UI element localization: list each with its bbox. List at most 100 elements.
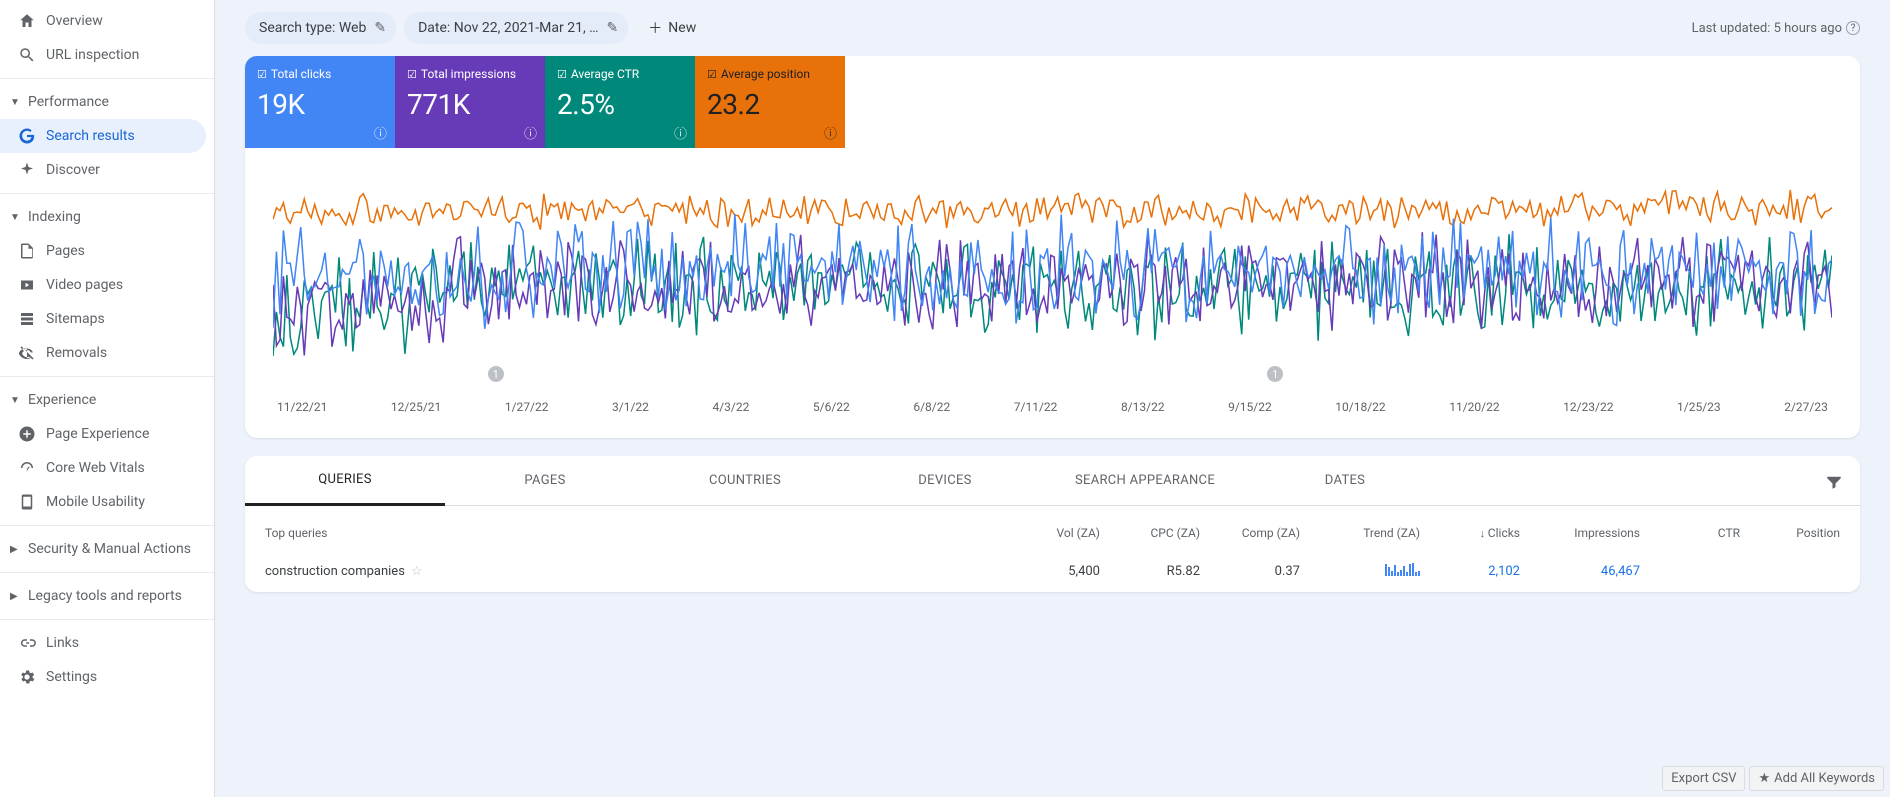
x-tick: 6/8/22: [913, 400, 950, 414]
nav-discover[interactable]: Discover: [0, 153, 206, 187]
pencil-icon: ✎: [374, 20, 386, 36]
nav-pages[interactable]: Pages: [0, 234, 206, 268]
x-tick: 9/15/22: [1228, 400, 1272, 414]
divider: [0, 193, 214, 194]
chart-marker[interactable]: 1: [1267, 366, 1283, 382]
chart-x-axis: 11/22/2112/25/211/27/223/1/224/3/225/6/2…: [273, 382, 1832, 414]
gear-icon: [18, 668, 46, 686]
col-vol[interactable]: Vol (ZA): [1000, 526, 1100, 540]
col-query: Top queries: [265, 526, 1000, 540]
nav-search-results[interactable]: Search results: [0, 119, 206, 153]
x-tick: 2/27/23: [1784, 400, 1828, 414]
checkbox-icon: ☑: [257, 68, 267, 81]
tab-devices[interactable]: DEVICES: [845, 457, 1045, 504]
nav-removals[interactable]: Removals: [0, 336, 206, 370]
chip-label: Search type: Web: [259, 20, 366, 36]
nav-mobile-usability[interactable]: Mobile Usability: [0, 485, 206, 519]
tab-dates[interactable]: DATES: [1245, 457, 1445, 504]
col-position[interactable]: Position: [1740, 526, 1840, 540]
help-icon[interactable]: ?: [1846, 21, 1860, 35]
col-clicks[interactable]: ↓ Clicks: [1420, 526, 1520, 540]
filter-icon: [1825, 473, 1843, 491]
metric-value: 23.2: [707, 88, 833, 121]
col-ctr[interactable]: CTR: [1640, 526, 1740, 540]
cell-trend: [1300, 562, 1420, 580]
table-header: Top queries Vol (ZA) CPC (ZA) Comp (ZA) …: [245, 506, 1860, 550]
tabs: QUERIESPAGESCOUNTRIESDEVICESSEARCH APPEA…: [245, 456, 1860, 506]
export-csv-button[interactable]: Export CSV: [1662, 766, 1745, 791]
tab-search-appearance[interactable]: SEARCH APPEARANCE: [1045, 457, 1245, 504]
nav-sitemaps[interactable]: Sitemaps: [0, 302, 206, 336]
chart-marker[interactable]: 1: [488, 366, 504, 382]
help-icon[interactable]: ⓘ: [824, 123, 837, 142]
section-security[interactable]: ▶ Security & Manual Actions: [0, 532, 214, 566]
x-tick: 11/20/22: [1449, 400, 1499, 414]
cell-impressions[interactable]: 46,467: [1520, 564, 1640, 579]
filter-button[interactable]: [1818, 466, 1850, 498]
home-icon: [18, 12, 46, 30]
plus-circle-icon: [18, 425, 46, 443]
new-label: New: [668, 20, 696, 36]
section-legacy[interactable]: ▶ Legacy tools and reports: [0, 579, 214, 613]
star-icon[interactable]: ☆: [411, 564, 423, 579]
section-label: Indexing: [28, 209, 81, 225]
tab-queries[interactable]: QUERIES: [245, 456, 445, 506]
cell-comp: 0.37: [1200, 564, 1300, 579]
star-icon: ★: [1758, 771, 1770, 786]
trend-sparkline: [1385, 562, 1420, 576]
col-comp[interactable]: Comp (ZA): [1200, 526, 1300, 540]
col-impressions[interactable]: Impressions: [1520, 526, 1640, 540]
tab-pages[interactable]: PAGES: [445, 457, 645, 504]
metric-average-ctr[interactable]: ☑Average CTR 2.5% ⓘ: [545, 56, 695, 148]
nav-core-web-vitals[interactable]: Core Web Vitals: [0, 451, 206, 485]
col-trend[interactable]: Trend (ZA): [1300, 526, 1420, 540]
nav-label: Settings: [46, 669, 97, 685]
nav-label: Video pages: [46, 277, 123, 293]
metric-total-clicks[interactable]: ☑Total clicks 19K ⓘ: [245, 56, 395, 148]
help-icon[interactable]: ⓘ: [374, 123, 387, 142]
section-label: Security & Manual Actions: [28, 541, 191, 557]
x-tick: 12/25/21: [391, 400, 441, 414]
checkbox-icon: ☑: [407, 68, 417, 81]
metric-label: Average CTR: [571, 67, 639, 81]
x-tick: 10/18/22: [1335, 400, 1385, 414]
nav-label: Removals: [46, 345, 107, 361]
metric-total-impressions[interactable]: ☑Total impressions 771K ⓘ: [395, 56, 545, 148]
section-label: Experience: [28, 392, 96, 408]
pages-icon: [18, 242, 46, 260]
table-body: construction companies☆ 5,400 R5.82 0.37…: [245, 550, 1860, 592]
chip-date-range[interactable]: Date: Nov 22, 2021-Mar 21, … ✎: [404, 12, 628, 44]
nav-video-pages[interactable]: Video pages: [0, 268, 206, 302]
nav-url-inspection[interactable]: URL inspection: [0, 38, 206, 72]
section-indexing[interactable]: ▼ Indexing: [0, 200, 214, 234]
chip-search-type[interactable]: Search type: Web ✎: [245, 12, 396, 44]
help-icon[interactable]: ⓘ: [674, 123, 687, 142]
new-filter-button[interactable]: ＋ New: [636, 12, 708, 44]
chart-area: 1 1 11/22/2112/25/211/27/223/1/224/3/225/…: [245, 148, 1860, 438]
nav-page-experience[interactable]: Page Experience: [0, 417, 206, 451]
chevron-down-icon: ▼: [10, 212, 28, 223]
query-text: construction companies: [265, 564, 405, 579]
metric-label: Average position: [721, 67, 810, 81]
cell-clicks[interactable]: 2,102: [1420, 564, 1520, 579]
nav-links[interactable]: Links: [0, 626, 206, 660]
nav-label: Search results: [46, 128, 135, 144]
metric-average-position[interactable]: ☑Average position 23.2 ⓘ: [695, 56, 845, 148]
chevron-right-icon: ▶: [10, 544, 28, 555]
tab-countries[interactable]: COUNTRIES: [645, 457, 845, 504]
nav-label: Pages: [46, 243, 85, 259]
divider: [0, 78, 214, 79]
nav-settings[interactable]: Settings: [0, 660, 206, 694]
nav-overview[interactable]: Overview: [0, 4, 206, 38]
section-performance[interactable]: ▼ Performance: [0, 85, 214, 119]
help-icon[interactable]: ⓘ: [524, 123, 537, 142]
section-experience[interactable]: ▼ Experience: [0, 383, 214, 417]
add-all-keywords-button[interactable]: ★ Add All Keywords: [1749, 766, 1884, 791]
x-tick: 3/1/22: [612, 400, 649, 414]
table-row[interactable]: construction companies☆ 5,400 R5.82 0.37…: [245, 550, 1860, 592]
divider: [0, 525, 214, 526]
divider: [0, 619, 214, 620]
discover-icon: [18, 161, 46, 179]
google-icon: [18, 127, 46, 145]
col-cpc[interactable]: CPC (ZA): [1100, 526, 1200, 540]
